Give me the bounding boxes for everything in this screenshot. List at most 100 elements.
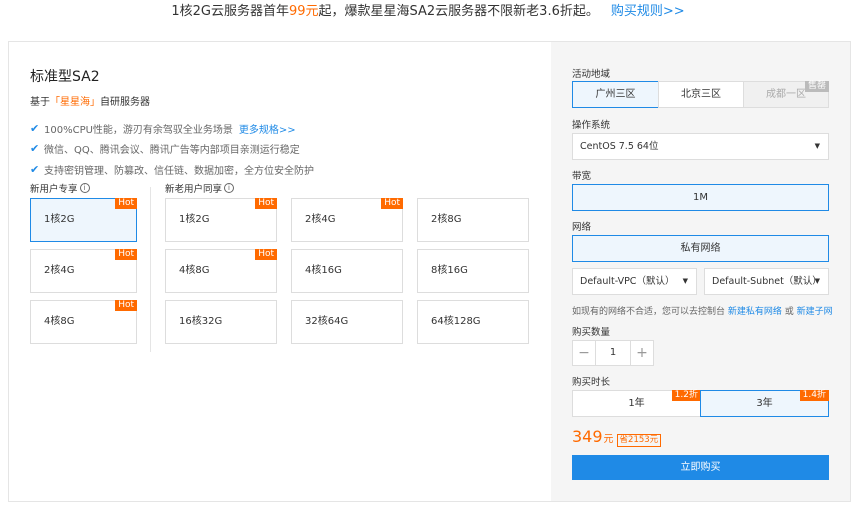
feature-item: ✔ 微信、QQ、腾讯会议、腾讯广告等内部项目亲测运行稳定 (30, 139, 314, 160)
region-text: 成都一区 (766, 89, 806, 100)
quantity-label: 购买数量 (572, 327, 611, 338)
feature-text: 100%CPU性能，游刃有余驾驭全业务场景 (44, 124, 233, 136)
network-hint: 如现有的网络不合适，您可以去控制台 新建私有网络 或 新建子网 (572, 304, 833, 317)
region-option-beijing-3[interactable]: 北京三区 (658, 81, 744, 108)
hot-badge: Hot (255, 198, 277, 209)
spec-label: 2核4G (305, 214, 336, 225)
info-icon[interactable]: i (224, 183, 235, 193)
spec-option-16c32g[interactable]: 16核32G (165, 300, 277, 344)
spec-label: 4核8G (44, 316, 75, 327)
product-subtitle: 基于「星星海」自研服务器 (30, 93, 150, 108)
spec-label: 32核64G (305, 316, 349, 327)
discount-badge: 1.4折 (799, 390, 829, 401)
spec-option-new-2c4g[interactable]: 2核4G Hot (30, 249, 137, 293)
buy-now-button[interactable]: 立即购买 (572, 455, 829, 480)
check-icon: ✔ (30, 142, 40, 156)
feature-text: 微信、QQ、腾讯会议、腾讯广告等内部项目亲测运行稳定 (44, 145, 300, 157)
price-unit: 元 (603, 434, 614, 445)
subtitle-brand: 「星星海」 (50, 97, 100, 108)
banner-text-b: 起，爆款星星海SA2云服务器不限新老3.6折起。 (318, 4, 599, 19)
os-select[interactable]: CentOS 7.5 64位 ▼ (572, 133, 829, 160)
hot-badge: Hot (381, 198, 403, 209)
os-value: CentOS 7.5 64位 (580, 141, 659, 152)
new-user-group-label: 新用户专享 i (30, 181, 90, 195)
duration-option-3y[interactable]: 3年 1.4折 (700, 390, 829, 417)
hot-badge: Hot (115, 249, 137, 260)
savings-badge: 省2153元 (616, 434, 662, 447)
spec-option-2c4g[interactable]: 2核4G Hot (291, 198, 403, 242)
caret-down-icon: ▼ (814, 142, 820, 150)
increment-button[interactable]: + (630, 340, 654, 366)
network-label: 网络 (572, 222, 592, 233)
region-text: 广州三区 (595, 89, 636, 100)
duration-option-1y[interactable]: 1年 1.2折 (572, 390, 701, 417)
network-option-private[interactable]: 私有网络 (572, 235, 829, 262)
network-value: 私有网络 (680, 243, 721, 254)
info-icon[interactable]: i (79, 183, 90, 193)
caret-down-icon: ▼ (682, 277, 688, 285)
spec-label: 8核16G (431, 265, 468, 276)
subnet-select[interactable]: Default-Subnet（默认） ▼ (704, 268, 829, 295)
spec-label: 16核32G (179, 316, 223, 327)
spec-label: 64核128G (431, 316, 481, 327)
quantity-input[interactable]: 1 (596, 340, 630, 366)
config-panel: 活动地域 广州三区 北京三区 成都一区 售罄 操作系统 CentOS 7.5 64… (551, 42, 850, 501)
subtitle-prefix: 基于 (30, 97, 50, 108)
region-label: 活动地域 (572, 69, 611, 80)
banner-text-a: 1核2G云服务器首年 (171, 4, 289, 19)
caret-down-icon: ▼ (814, 277, 820, 285)
feature-text: 支持密钥管理、防篡改、信任链、数据加密，全方位安全防护 (44, 165, 314, 177)
spec-option-1c2g[interactable]: 1核2G Hot (165, 198, 277, 242)
banner-price: 99元 (288, 4, 319, 19)
hot-badge: Hot (115, 300, 137, 311)
price-display: 349 元省2153元 (572, 427, 662, 447)
hint-text: 如现有的网络不合适，您可以去控制台 (572, 307, 726, 317)
feature-item: ✔ 支持密钥管理、防篡改、信任链、数据加密，全方位安全防护 (30, 159, 314, 180)
vpc-value: Default-VPC（默认） (580, 276, 675, 287)
purchase-rules-link[interactable]: 购买规则>> (611, 4, 685, 19)
feature-list: ✔ 100%CPU性能，游刃有余驾驭全业务场景 更多规格>> ✔ 微信、QQ、腾讯会议… (30, 118, 314, 180)
duration-text: 1年 (628, 398, 645, 409)
spec-label: 1核2G (179, 214, 210, 225)
bandwidth-label: 带宽 (572, 171, 592, 182)
decrement-button[interactable]: − (572, 340, 596, 366)
region-option-guangzhou-3[interactable]: 广州三区 (572, 81, 659, 108)
spec-option-new-1c2g[interactable]: 1核2G Hot (30, 198, 137, 242)
spec-option-64c128g[interactable]: 64核128G (417, 300, 529, 344)
group-label-text: 新用户专享 (30, 184, 78, 195)
check-icon: ✔ (30, 121, 40, 135)
spec-label: 4核16G (305, 265, 342, 276)
spec-label: 2核4G (44, 265, 75, 276)
product-card: 标准型SA2 基于「星星海」自研服务器 ✔ 100%CPU性能，游刃有余驾驭全业务… (8, 41, 851, 502)
spec-option-2c8g[interactable]: 2核8G (417, 198, 529, 242)
spec-option-new-4c8g[interactable]: 4核8G Hot (30, 300, 137, 344)
spec-panel: 标准型SA2 基于「星星海」自研服务器 ✔ 100%CPU性能，游刃有余驾驭全业务… (9, 42, 551, 501)
more-specs-link[interactable]: 更多规格>> (239, 121, 296, 136)
subnet-value: Default-Subnet（默认） (712, 276, 822, 287)
vpc-select[interactable]: Default-VPC（默认） ▼ (572, 268, 697, 295)
spec-option-32c64g[interactable]: 32核64G (291, 300, 403, 344)
spec-label: 4核8G (179, 265, 210, 276)
price-value: 349 (572, 427, 603, 446)
create-subnet-link[interactable]: 新建子网 (797, 307, 833, 317)
check-icon: ✔ (30, 162, 40, 176)
region-option-chengdu-1: 成都一区 售罄 (743, 81, 829, 108)
bandwidth-value: 1M (693, 192, 708, 203)
spec-option-4c16g[interactable]: 4核16G (291, 249, 403, 293)
group-label-text: 新老用户同享 (165, 184, 223, 195)
spec-option-8c16g[interactable]: 8核16G (417, 249, 529, 293)
bandwidth-option[interactable]: 1M (572, 184, 829, 211)
group-divider (150, 187, 151, 352)
feature-item: ✔ 100%CPU性能，游刃有余驾驭全业务场景 更多规格>> (30, 118, 314, 139)
hint-or: 或 (784, 307, 794, 317)
promo-banner: 1核2G云服务器首年99元起，爆款星星海SA2云服务器不限新老3.6折起。 购买规… (0, 0, 856, 24)
subtitle-suffix: 自研服务器 (100, 97, 150, 108)
spec-label: 2核8G (431, 214, 462, 225)
all-user-group-label: 新老用户同享 i (165, 181, 235, 195)
os-label: 操作系统 (572, 120, 611, 131)
spec-option-4c8g[interactable]: 4核8G Hot (165, 249, 277, 293)
spec-label: 1核2G (44, 214, 75, 225)
hot-badge: Hot (255, 249, 277, 260)
region-text: 北京三区 (681, 89, 721, 100)
create-vpc-link[interactable]: 新建私有网络 (728, 307, 782, 317)
